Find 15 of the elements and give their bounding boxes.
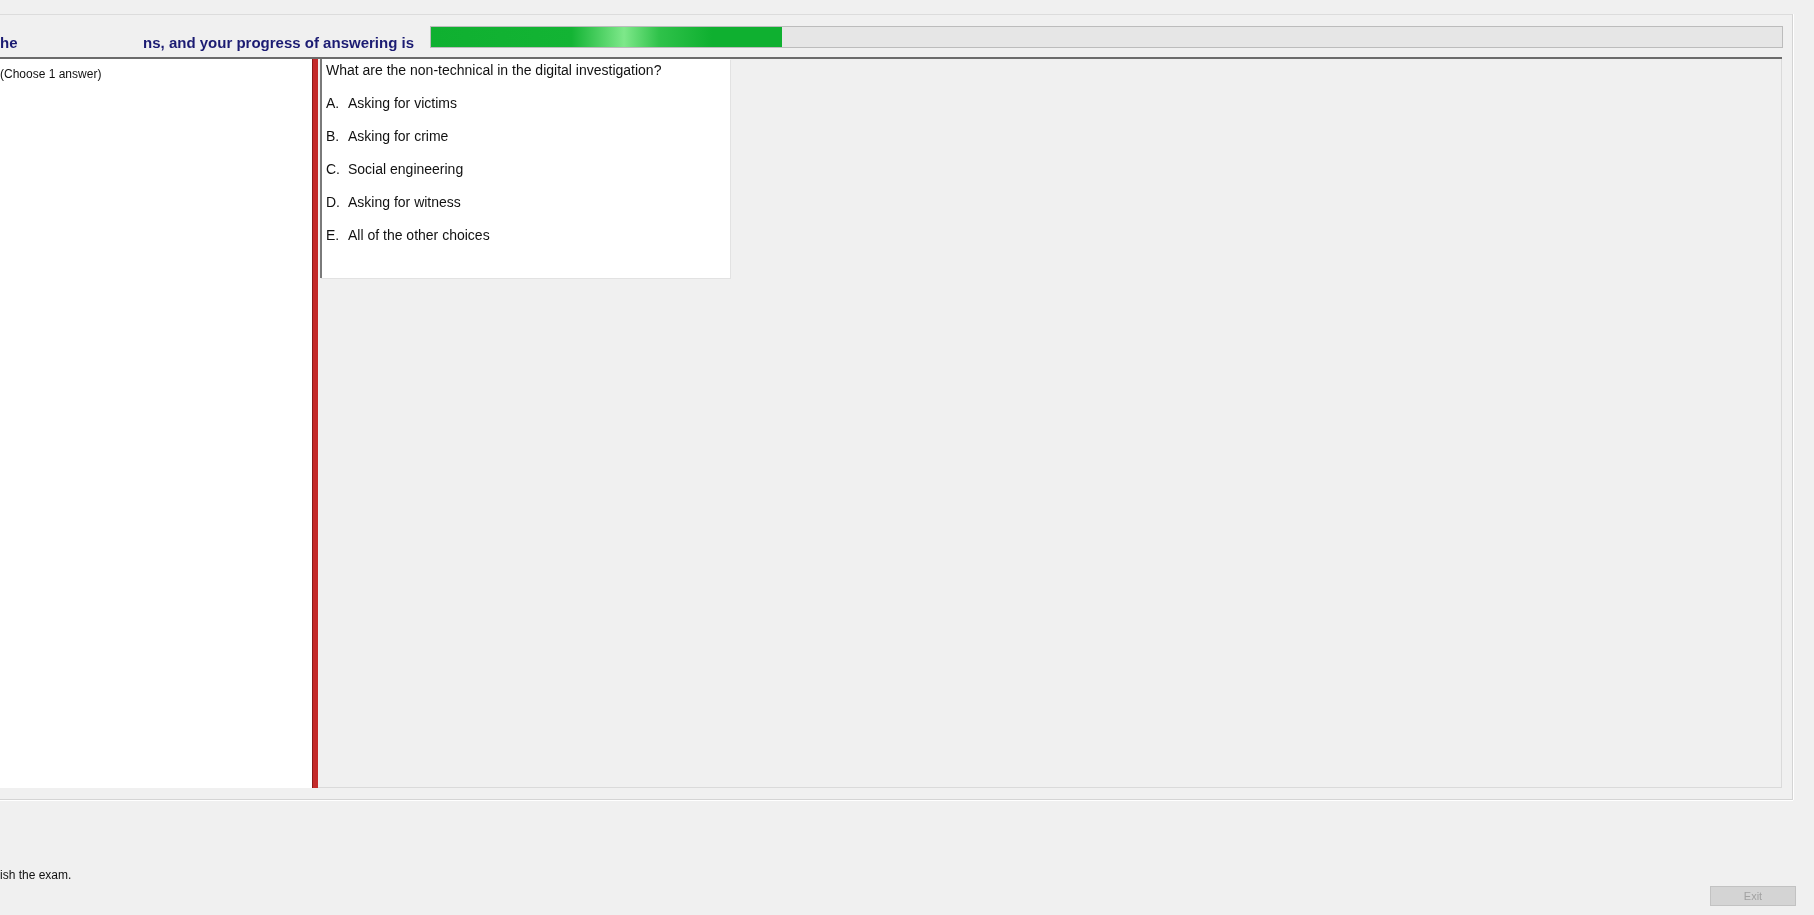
option-text: All of the other choices bbox=[348, 226, 490, 243]
option-text: Social engineering bbox=[348, 160, 464, 177]
option-text: Asking for crime bbox=[348, 127, 449, 144]
question-text: What are the non-technical in the digital investigation? bbox=[326, 61, 662, 79]
footer-text: ish the exam. bbox=[0, 868, 72, 882]
option-label: C. bbox=[326, 160, 341, 177]
option-label: D. bbox=[326, 193, 341, 210]
option-text: Asking for witness bbox=[348, 193, 461, 210]
instruction-text: (Choose 1 answer) bbox=[0, 67, 102, 81]
option-label: A. bbox=[326, 94, 341, 111]
header-text: ns, and your progress of answering is bbox=[143, 33, 414, 51]
option-label: B. bbox=[326, 127, 341, 144]
option-text: Asking for victims bbox=[348, 94, 457, 111]
header-text-fragment: he bbox=[0, 33, 18, 51]
option-label: E. bbox=[326, 226, 341, 243]
